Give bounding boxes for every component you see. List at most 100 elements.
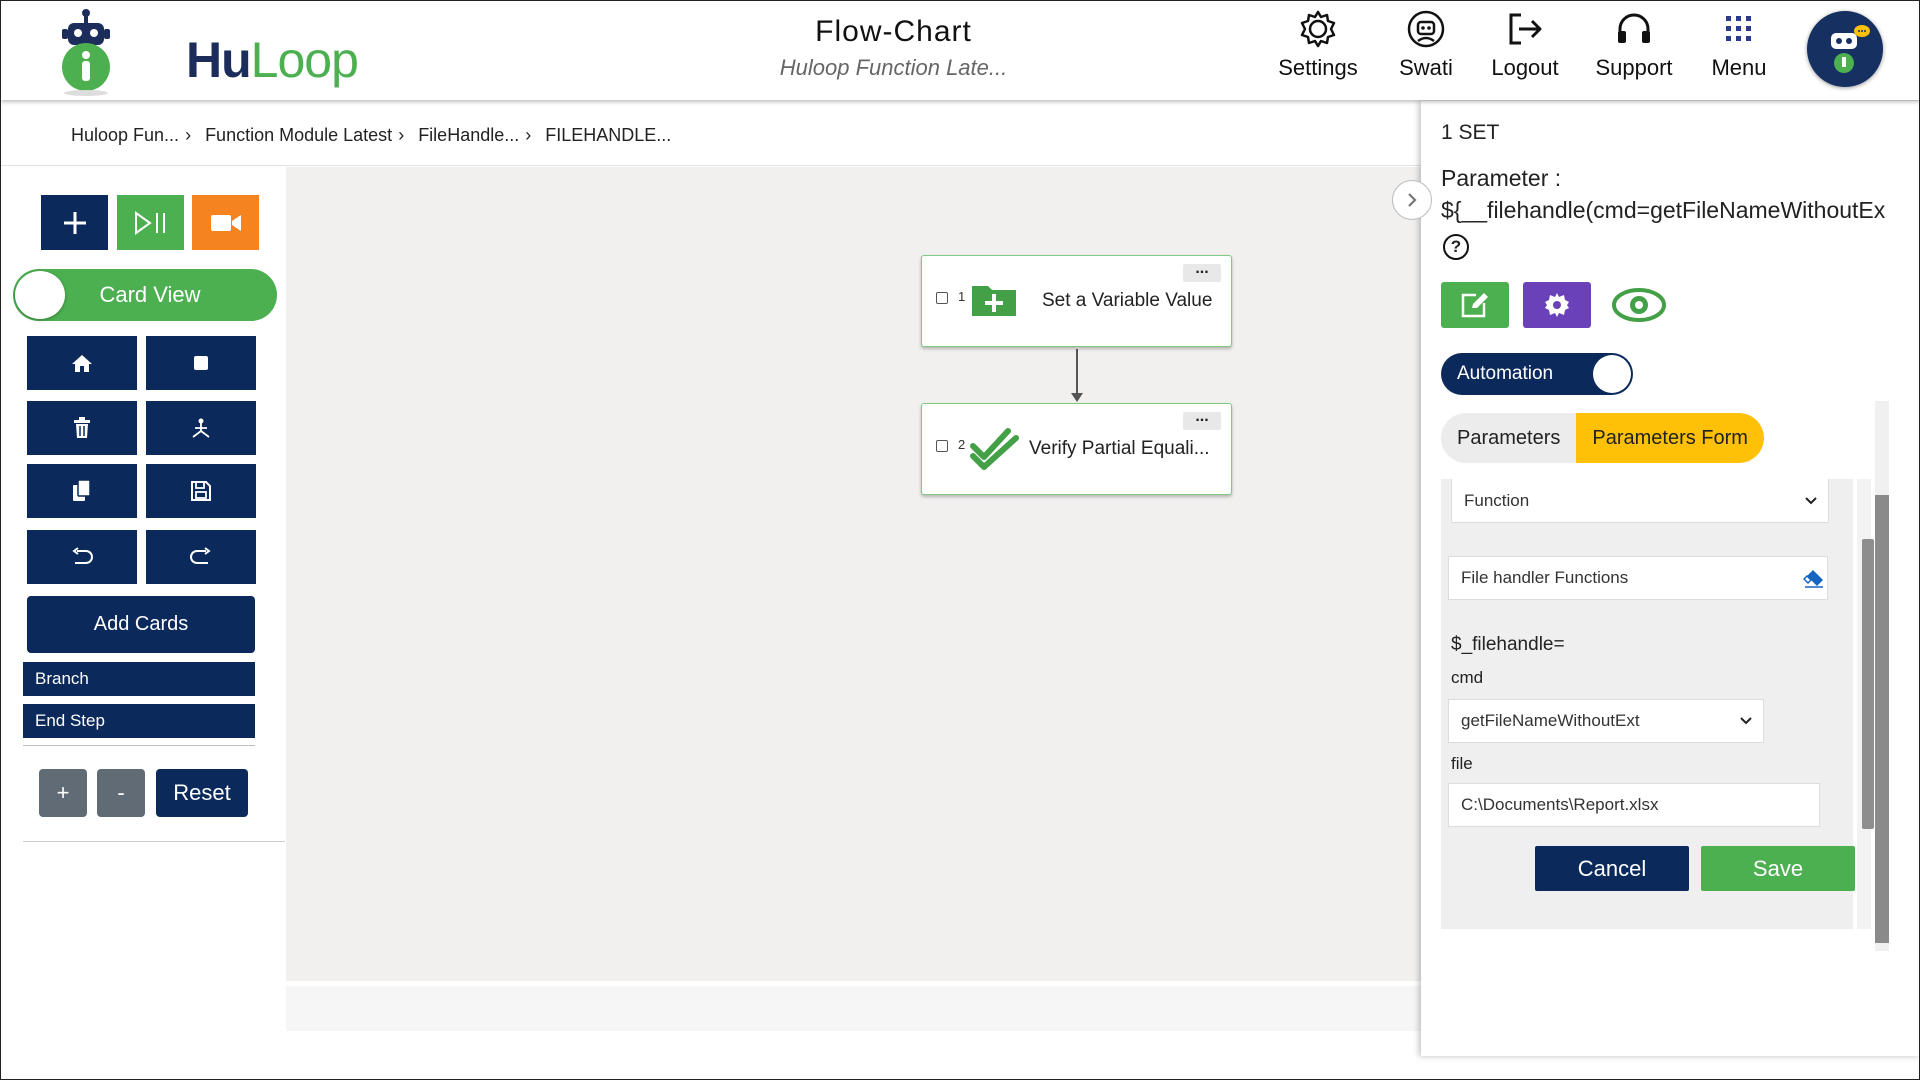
- gear-icon: [1545, 293, 1569, 317]
- save-button[interactable]: Save: [1701, 846, 1855, 891]
- preview-button[interactable]: [1605, 282, 1673, 328]
- edit-button[interactable]: [1441, 282, 1509, 328]
- flow-card-2[interactable]: ... 2 Verify Partial Equali...: [921, 403, 1232, 495]
- tab-parameters-form[interactable]: Parameters Form: [1576, 413, 1764, 463]
- page-subtitle: Huloop Function Late...: [779, 55, 1008, 80]
- cmd-label: cmd: [1451, 668, 1484, 687]
- cmd-select[interactable]: getFileNameWithoutExt: [1448, 699, 1764, 743]
- save-flow-button[interactable]: [146, 464, 256, 518]
- card-options-icon[interactable]: ...: [1183, 409, 1221, 430]
- nav-menu[interactable]: Menu: [1684, 9, 1794, 81]
- chevron-right-icon: [1408, 193, 1417, 207]
- huloop-logo[interactable]: HuLoop: [56, 5, 359, 97]
- redo-button[interactable]: [146, 530, 256, 584]
- function-category-input[interactable]: File handler Functions: [1448, 556, 1828, 600]
- breadcrumb-item[interactable]: FileHandle...: [418, 125, 519, 146]
- card-view-toggle[interactable]: Card View: [13, 269, 277, 321]
- card-title: Verify Partial Equali...: [1029, 438, 1210, 459]
- home-button[interactable]: [27, 336, 137, 390]
- cancel-button[interactable]: Cancel: [1535, 846, 1689, 891]
- stop-button[interactable]: [146, 336, 256, 390]
- card-number: 2: [958, 437, 966, 452]
- card-select-checkbox[interactable]: [936, 440, 948, 452]
- robot-logo-icon: [62, 9, 110, 96]
- chevron-right-icon: ›: [525, 125, 532, 145]
- undo-button[interactable]: [27, 530, 137, 584]
- toolbar-divider: [23, 745, 255, 746]
- parameter-value: ${__filehandle(cmd=getFileNameWithoutEx: [1441, 197, 1886, 223]
- chevron-right-icon: ›: [185, 125, 192, 145]
- chevron-right-icon: ›: [398, 125, 405, 145]
- assistant-avatar[interactable]: [1807, 11, 1883, 87]
- card-title: Set a Variable Value: [1042, 290, 1213, 311]
- parameter-label: Parameter :: [1441, 165, 1562, 191]
- chatbot-icon: [1831, 25, 1870, 73]
- play-pause-button[interactable]: [117, 195, 184, 250]
- grid-menu-icon: [1726, 16, 1751, 41]
- function-prefix: $_filehandle=: [1451, 634, 1565, 655]
- video-camera-icon: [210, 214, 241, 231]
- canvas-footer: [286, 986, 1421, 1031]
- home-icon: [72, 355, 92, 372]
- add-step-button[interactable]: [41, 195, 108, 250]
- form-scrollbar-thumb[interactable]: [1862, 539, 1874, 829]
- breadcrumb-item[interactable]: Huloop Fun...: [71, 125, 179, 146]
- file-path-input[interactable]: C:\Documents\Report.xlsx: [1448, 783, 1820, 827]
- nav-support[interactable]: Support: [1579, 9, 1689, 81]
- delete-button[interactable]: [27, 401, 137, 455]
- logout-icon: [1509, 13, 1542, 45]
- zoom-in-button[interactable]: +: [39, 769, 87, 817]
- chevron-down-icon: [1805, 496, 1817, 504]
- flow-canvas[interactable]: [286, 167, 1421, 981]
- end-step-button[interactable]: End Step: [23, 704, 255, 738]
- gear-icon: [1300, 10, 1336, 48]
- flow-connector: [1076, 349, 1078, 399]
- breadcrumb-divider: [1, 165, 1421, 166]
- eraser-icon[interactable]: [1803, 568, 1825, 588]
- copy-button[interactable]: [27, 464, 137, 518]
- automation-toggle[interactable]: Automation: [1441, 353, 1633, 395]
- tab-parameters[interactable]: Parameters: [1441, 413, 1576, 463]
- copy-icon: [73, 479, 91, 501]
- trash-icon: [74, 417, 90, 438]
- breadcrumb: Huloop Fun... › Function Module Latest › F…: [71, 125, 671, 146]
- add-cards-button[interactable]: Add Cards: [27, 596, 255, 653]
- breadcrumb-item[interactable]: Function Module Latest: [205, 125, 392, 146]
- page-title: Flow-Chart: [815, 15, 972, 48]
- breadcrumb-item[interactable]: FILEHANDLE...: [545, 125, 671, 146]
- top-header: HuLoop Flow-Chart Huloop Function Late..…: [1, 1, 1919, 100]
- flow-card-1[interactable]: ... 1 Set a Variable Value: [921, 255, 1232, 347]
- plus-icon: [63, 211, 86, 234]
- edit-icon: [1461, 293, 1488, 318]
- floppy-disk-icon: [191, 481, 211, 501]
- robot-user-icon: [1407, 10, 1445, 48]
- toolbar-bottom-divider: [23, 841, 285, 842]
- function-select[interactable]: Function: [1451, 479, 1829, 523]
- page-title-block: Flow-Chart Huloop Function Late...: [761, 15, 1026, 81]
- settings-button[interactable]: [1523, 282, 1591, 328]
- nav-settings[interactable]: Settings: [1263, 9, 1373, 81]
- nav-user-swati[interactable]: Swati: [1371, 9, 1481, 81]
- collapse-panel-button[interactable]: [1392, 180, 1432, 220]
- card-options-icon[interactable]: ...: [1183, 261, 1221, 282]
- app-window: HuLoop Flow-Chart Huloop Function Late..…: [0, 0, 1920, 1080]
- card-number: 1: [958, 289, 966, 304]
- record-video-button[interactable]: [192, 195, 259, 250]
- chevron-down-icon: [1740, 717, 1752, 725]
- nav-logout[interactable]: Logout: [1470, 9, 1580, 81]
- reset-zoom-button[interactable]: Reset: [156, 769, 248, 817]
- undo-icon: [72, 547, 93, 564]
- file-label: file: [1451, 754, 1473, 773]
- help-icon[interactable]: ?: [1443, 234, 1469, 260]
- double-check-icon: [970, 428, 1019, 470]
- card-select-checkbox[interactable]: [936, 292, 948, 304]
- play-pause-icon: [134, 210, 165, 235]
- panel-scrollbar-thumb[interactable]: [1875, 495, 1889, 943]
- properties-panel: 1 SET Parameter : ${__filehandle(cmd=get…: [1421, 101, 1919, 1056]
- auto-layout-button[interactable]: [146, 401, 256, 455]
- headset-icon: [1618, 13, 1650, 43]
- zoom-out-button[interactable]: -: [97, 769, 145, 817]
- step-set-label: 1 SET: [1441, 121, 1500, 144]
- branch-button[interactable]: Branch: [23, 662, 255, 696]
- network-icon: [192, 418, 210, 438]
